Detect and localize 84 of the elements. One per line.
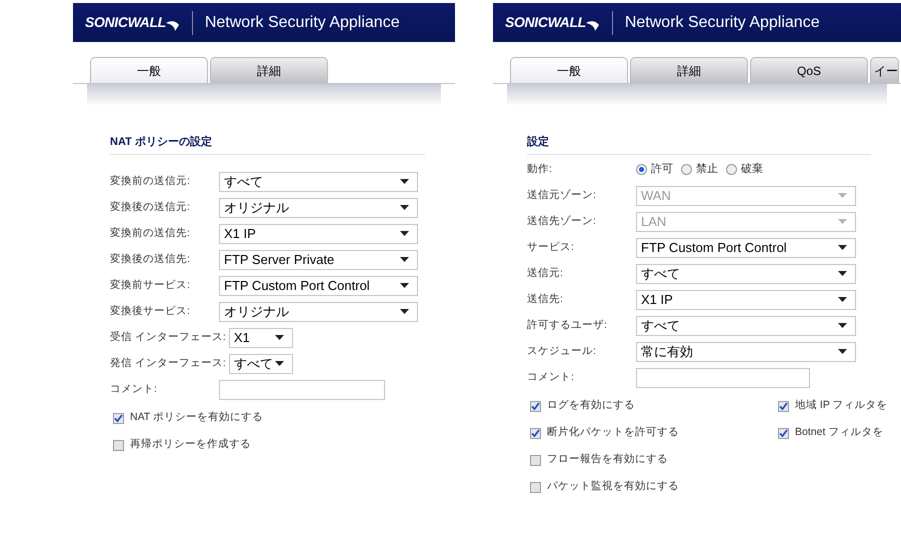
caret-icon	[274, 361, 284, 366]
tab[interactable]: 一般	[510, 57, 628, 83]
dropdown[interactable]: すべて	[219, 172, 418, 192]
caret-icon	[838, 297, 847, 302]
section-title: NAT ポリシーの設定	[110, 134, 425, 154]
field-label: 受信 インターフェース:	[110, 330, 227, 345]
comment-field[interactable]	[636, 368, 810, 388]
field-label: 変換前の送信元:	[110, 174, 191, 189]
checkbox-label: 地域 IP フィルタを	[795, 398, 888, 414]
caret-icon	[838, 349, 847, 354]
checkbox[interactable]	[113, 440, 124, 450]
dropdown[interactable]: すべて	[636, 264, 856, 284]
checkbox[interactable]	[530, 428, 541, 438]
dropdown[interactable]: FTP Custom Port Control	[219, 276, 418, 296]
field-label: 変換前の送信先:	[110, 226, 191, 241]
logo-text: SONICWALL	[85, 13, 166, 32]
caret-icon	[400, 257, 409, 262]
checkbox[interactable]	[778, 400, 789, 412]
field-label: 送信先:	[527, 292, 564, 307]
dropdown[interactable]: オリジナル	[219, 302, 418, 322]
checkbox-label: 断片化パケットを許可する	[547, 425, 679, 440]
checkbox[interactable]	[530, 400, 541, 412]
caret-icon	[400, 231, 409, 236]
caret-icon	[400, 205, 409, 210]
caret-icon	[838, 219, 847, 224]
field-label: 変換前サービス:	[110, 278, 191, 293]
caret-icon	[838, 271, 847, 276]
field-label: 動作:	[527, 162, 553, 177]
field-label: コメント:	[110, 382, 158, 397]
caret-icon	[838, 245, 847, 250]
section-title: 設定	[527, 134, 871, 154]
checkbox-label: パケット監視を有効にする	[547, 479, 679, 494]
field-label: 変換後の送信元:	[110, 200, 191, 215]
caret-icon	[400, 283, 409, 288]
field-label: 送信元ゾーン:	[527, 188, 597, 203]
checkbox[interactable]	[530, 454, 541, 466]
tab[interactable]: イー	[870, 57, 899, 83]
dropdown[interactable]: オリジナル	[219, 198, 418, 218]
caret-icon	[838, 323, 847, 328]
field-label: 変換後サービス:	[110, 304, 191, 319]
caret-icon	[838, 193, 847, 198]
field-label: 送信先ゾーン:	[527, 214, 597, 229]
field-label: コメント:	[527, 370, 575, 385]
dropdown[interactable]: すべて	[228, 354, 293, 374]
dropdown[interactable]: FTP Custom Port Control	[636, 238, 856, 258]
radio-button[interactable]	[726, 164, 737, 175]
logo-text: SONICWALL	[505, 13, 586, 32]
checkbox-label: ログを有効にする	[547, 398, 635, 414]
field-label: スケジュール:	[527, 344, 597, 359]
swoosh-icon	[586, 19, 600, 33]
dropdown[interactable]: FTP Server Private	[219, 250, 418, 270]
field-label: 送信元:	[527, 266, 564, 281]
radio-option[interactable]: 許可	[636, 161, 673, 178]
radio-option[interactable]: 破棄	[726, 161, 763, 178]
tab[interactable]: QoS	[750, 57, 868, 83]
dropdown[interactable]: すべて	[636, 316, 856, 336]
field-label: 発信 インターフェース:	[110, 356, 227, 371]
dropdown[interactable]: X1	[228, 328, 293, 348]
caret-icon	[400, 179, 409, 184]
field-label: サービス:	[527, 240, 575, 255]
checkbox-label: Botnet フィルタを	[795, 425, 884, 440]
header-title: Network Security Appliance	[624, 12, 820, 32]
dropdown[interactable]: X1 IP	[636, 290, 856, 310]
caret-icon	[274, 335, 284, 340]
comment-field[interactable]	[219, 380, 385, 400]
header-title: Network Security Appliance	[204, 12, 400, 32]
swoosh-icon	[166, 19, 180, 33]
caret-icon	[400, 309, 409, 314]
dropdown[interactable]: 常に有効	[636, 342, 856, 362]
field-label: 変換後の送信先:	[110, 252, 191, 267]
checkbox-label: 再帰ポリシーを作成する	[130, 437, 251, 452]
tab[interactable]: 詳細	[630, 57, 748, 83]
radio-button[interactable]	[681, 164, 692, 175]
checkbox-label: フロー報告を有効にする	[547, 452, 668, 468]
checkbox-label: NAT ポリシーを有効にする	[130, 410, 263, 426]
tab[interactable]: 詳細	[210, 57, 328, 83]
checkbox[interactable]	[778, 428, 789, 438]
radio-button[interactable]	[636, 164, 647, 175]
dropdown[interactable]: X1 IP	[219, 224, 418, 244]
tab[interactable]: 一般	[90, 57, 208, 83]
radio-option[interactable]: 禁止	[681, 161, 718, 178]
field-label: 許可するユーザ:	[527, 318, 608, 333]
checkbox[interactable]	[113, 412, 124, 424]
checkbox[interactable]	[530, 482, 541, 492]
